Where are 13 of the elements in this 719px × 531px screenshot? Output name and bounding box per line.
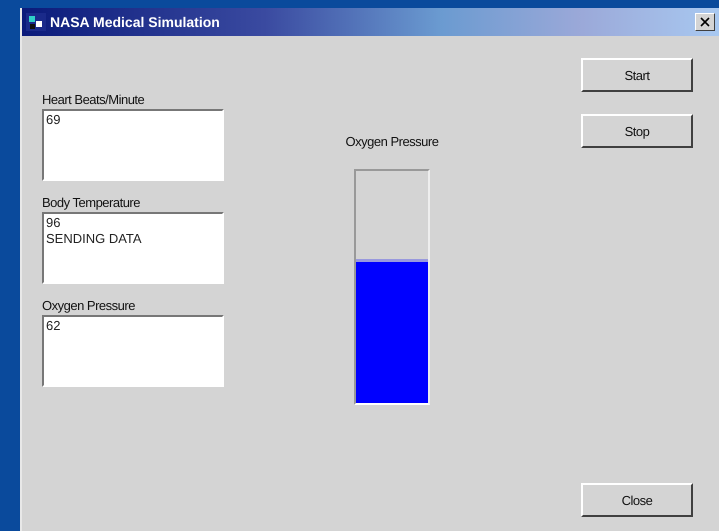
field-label: Oxygen Pressure [42, 298, 136, 313]
close-icon[interactable] [695, 13, 715, 31]
text-field[interactable]: 96 SENDING DATA [42, 212, 224, 284]
field-label: Body Temperature [42, 195, 141, 210]
field-label: Heart Beats/Minute [42, 92, 146, 107]
text-field[interactable]: 69 [42, 109, 224, 181]
app-icon [26, 13, 46, 31]
window-title: NASA Medical Simulation [50, 14, 221, 30]
gauge-label: Oxygen Pressure [346, 134, 438, 149]
action-button[interactable]: Start [581, 58, 693, 92]
close-button[interactable]: Close [581, 483, 693, 517]
action-button[interactable]: Stop [581, 114, 693, 148]
text-field[interactable]: 62 [42, 315, 224, 387]
